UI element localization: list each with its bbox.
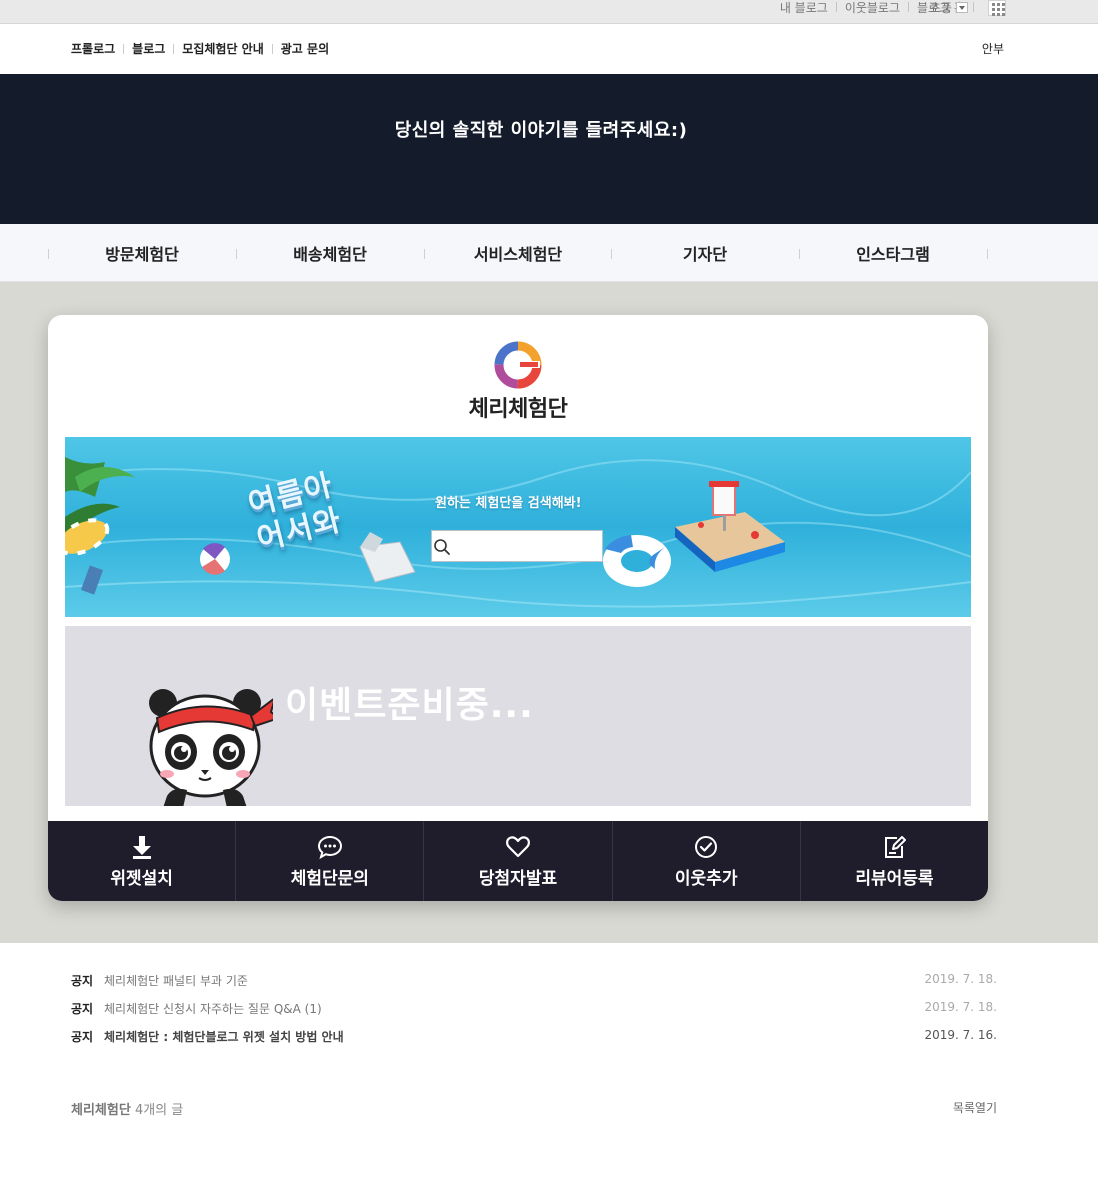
open-list-button[interactable]: 목록열기: [953, 1099, 997, 1116]
menu-ad-inquiry[interactable]: 광고 문의: [281, 40, 329, 57]
download-icon: [132, 835, 151, 859]
reviewer-register-button[interactable]: 리뷰어등록: [801, 821, 988, 901]
category-service[interactable]: 서비스체험단: [424, 224, 612, 282]
notice-tag: 공지: [71, 974, 94, 988]
panda-mascot-icon: [149, 689, 273, 806]
font-selector[interactable]: 초풍: [930, 0, 969, 15]
global-nav-bar: 내 블로그 이웃블로그 블로그 홈 초풍: [0, 0, 1098, 24]
search-icon[interactable]: [432, 537, 452, 557]
font-selector-label: 초풍: [930, 0, 953, 15]
search-label: 원하는 체험단을 검색해봐!: [435, 496, 582, 511]
category-delivery[interactable]: 배송체험단: [236, 224, 424, 282]
inquiry-label: 체험단문의: [290, 868, 369, 889]
cherry-logo-icon: [494, 341, 542, 389]
notice-title[interactable]: 체리체험단 : 체험단블로그 위젯 설치 방법 안내: [104, 1028, 344, 1045]
menu-guestbook[interactable]: 안부: [982, 40, 1004, 57]
gnb-link-my-blog[interactable]: 내 블로그: [772, 0, 836, 16]
brand-name: 체리체험단: [468, 397, 568, 422]
blog-title: 당신의 솔직한 이야기를 들려주세요:): [394, 120, 688, 141]
notice-row[interactable]: 공지 체리체험단 패널티 부과 기준 2019. 7. 18.: [71, 968, 997, 996]
event-banner-text: 이벤트준비중...: [285, 685, 534, 726]
heart-icon: [506, 835, 530, 857]
search-input[interactable]: [432, 531, 568, 561]
check-circle-icon: [695, 835, 718, 858]
notice-row[interactable]: 공지 체리체험단 : 체험단블로그 위젯 설치 방법 안내 2019. 7. 1…: [71, 1024, 997, 1052]
reviewer-register-label: 리뷰어등록: [855, 868, 934, 889]
category-nav: 방문체험단 배송체험단 서비스체험단 기자단 인스타그램: [0, 224, 1098, 282]
brand-logo[interactable]: 체리체험단: [48, 341, 988, 423]
search-box: [431, 530, 603, 562]
menu-recruit-guide[interactable]: 모집체험단 안내: [182, 40, 263, 57]
blog-header: 당신의 솔직한 이야기를 들려주세요:): [0, 74, 1098, 224]
inquiry-button[interactable]: 체험단문의: [236, 821, 425, 901]
menu-divider: [173, 43, 175, 54]
post-category-name[interactable]: 체리체험단: [71, 1103, 131, 1118]
category-instagram[interactable]: 인스타그램: [799, 224, 987, 282]
post-count: 체리체험단 4개의 글: [71, 1099, 183, 1118]
post-count-text: 4개의 글: [134, 1103, 184, 1118]
notice-title[interactable]: 체리체험단 신청시 자주하는 질문 Q&A (1): [104, 1000, 322, 1017]
notice-tag: 공지: [71, 1030, 94, 1044]
gnb-link-neighbor-blog[interactable]: 이웃블로그: [837, 0, 908, 16]
chat-bubble-icon: [317, 835, 342, 859]
winner-announcement-label: 당첨자발표: [478, 868, 558, 889]
winner-announcement-button[interactable]: 당첨자발표: [424, 821, 613, 901]
menu-prologue[interactable]: 프롤로그: [71, 40, 115, 57]
chevron-down-icon: [956, 1, 969, 13]
menu-divider: [271, 43, 273, 54]
notice-list: 공지 체리체험단 패널티 부과 기준 2019. 7. 18. 공지 체리체험단…: [71, 968, 997, 1052]
category-reporter[interactable]: 기자단: [611, 224, 799, 282]
notice-date: 2019. 7. 18.: [924, 972, 997, 986]
edit-icon: [885, 835, 907, 858]
add-neighbor-label: 이웃추가: [674, 868, 738, 889]
event-banner[interactable]: 이벤트준비중...: [65, 626, 971, 806]
add-neighbor-button[interactable]: 이웃추가: [613, 821, 801, 901]
menu-blog[interactable]: 블로그: [132, 40, 165, 57]
category-divider: [987, 249, 988, 259]
pool-illustration: [65, 457, 971, 608]
widget-action-bar: 위젯설치 체험단문의 당첨자발표 이웃추가 리뷰어등록: [48, 821, 988, 901]
notice-row[interactable]: 공지 체리체험단 신청시 자주하는 질문 Q&A (1) 2019. 7. 18…: [71, 996, 997, 1024]
blog-menu: 프롤로그 블로그 모집체험단 안내 광고 문의 안부: [0, 25, 1098, 74]
widget-card: 체리체험단 여름아 어서와 원하는 체험단을 검색해봐! 이벤트준비중... 위…: [48, 315, 988, 901]
notice-title[interactable]: 체리체험단 패널티 부과 기준: [104, 972, 248, 989]
category-visit[interactable]: 방문체험단: [48, 224, 236, 282]
notice-tag: 공지: [71, 1002, 94, 1016]
notice-date: 2019. 7. 18.: [924, 1000, 997, 1014]
install-widget-label: 위젯설치: [110, 868, 173, 889]
app-grid-icon[interactable]: [988, 0, 1006, 16]
gnb-divider: [973, 2, 974, 12]
notice-date: 2019. 7. 16.: [924, 1028, 997, 1042]
summer-search-banner: 여름아 어서와 원하는 체험단을 검색해봐!: [65, 437, 971, 617]
install-widget-button[interactable]: 위젯설치: [48, 821, 237, 901]
menu-divider: [123, 43, 125, 54]
